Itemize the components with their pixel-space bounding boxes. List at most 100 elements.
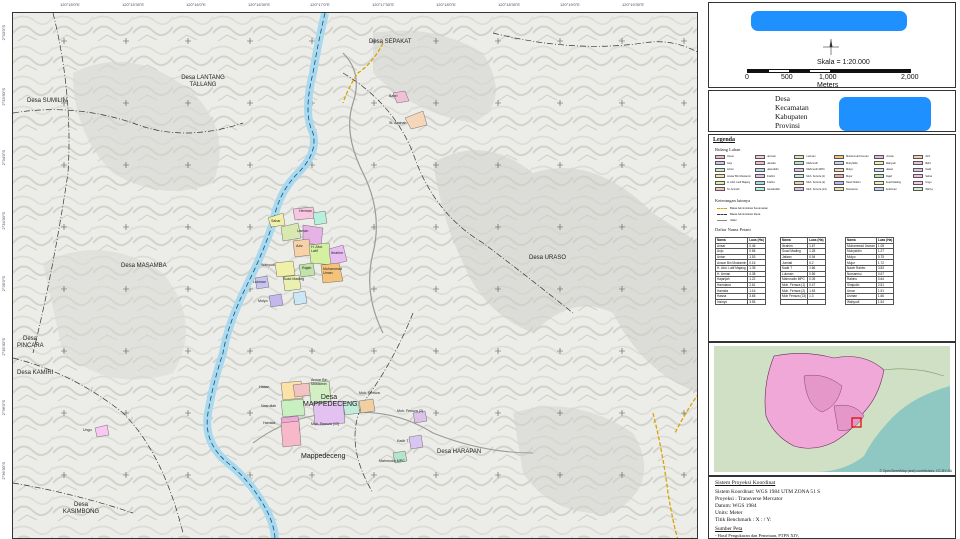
legend-item: Nawir Rahim <box>834 180 872 185</box>
scale-tick: 0 <box>745 74 749 81</box>
legend-item-label: Muhammad Usman <box>846 155 869 158</box>
owners-table-3: Nama Luas (Ha) Muhammad Usman 1.08 Muhyiddin… <box>845 237 895 306</box>
plot-label: Mulyo <box>258 299 268 303</box>
coord-line: Sistem Koordinat: WGS 1984 UTM ZONA 51 S <box>715 489 821 495</box>
legend-swatch <box>794 167 805 172</box>
legend-swatch <box>754 161 765 165</box>
legend-swatch <box>754 174 765 178</box>
coord-line: Units: Meter <box>715 510 743 516</box>
grid-label: 120°19'30"E <box>622 2 645 7</box>
legend-swatch <box>794 187 805 191</box>
place-label-harapan: Desa HARAPAN <box>437 449 482 455</box>
coord-title: Sistem Proyeksi Koordinat <box>715 480 776 486</box>
legend-item: Sudirman <box>873 187 912 192</box>
owner-name: Muh. Fensza (2) <box>779 287 809 294</box>
grid-label: 120°16'0"E <box>186 2 206 7</box>
admin-provinsi: Provinsi <box>775 121 801 130</box>
legend-kecamatan-line: Batas Administrasi Kecamatan <box>717 206 768 210</box>
place-label-lantang-tallang: Desa LANTANG TALLANG <box>181 75 225 88</box>
parcel-aziz <box>292 238 312 258</box>
legend-swatch <box>834 174 844 178</box>
legend-item: Sahar <box>913 174 951 179</box>
legend-item: Usman <box>873 154 912 159</box>
legend-swatch <box>873 161 884 165</box>
place-label-sepakat: Desa SEPAKAT <box>369 39 412 45</box>
inset-map[interactable] <box>714 346 950 472</box>
legend-swatch <box>794 180 805 185</box>
legend-swatch <box>873 154 884 159</box>
inset-credit: © OpenStreetMap (and) contributors, CC-B… <box>879 469 952 473</box>
legend-swatch <box>715 167 725 172</box>
legend-item: H. Abd. Latif Majang <box>715 180 753 185</box>
legend-item-label: Hamida <box>766 161 776 165</box>
grid-top-labels: 120°15'0"E 120°15'30"E 120°16'0"E 120°16… <box>0 0 706 12</box>
desa-line-icon <box>717 213 727 215</box>
legend-item: Ansar <box>715 154 753 159</box>
source-line: - Hasil Pengukuran dan Pemetaan, PTPN XI… <box>715 533 799 538</box>
legend-swatch <box>794 161 805 165</box>
legend-swatch <box>834 187 844 191</box>
owner-name <box>779 298 809 306</box>
table-row: Insinyo 3.55 <box>714 298 766 306</box>
grid-label: 120°18'0"E <box>436 2 456 7</box>
legend-item-label: Herman <box>766 155 776 158</box>
grid-left-labels: 2°33'0"S 2°33'30"S 2°34'0"S 2°34'30"S 2°… <box>0 0 12 539</box>
legend-item-label: Rajab <box>885 174 893 178</box>
legend-swatch <box>913 161 924 165</box>
place-label-masamba: Desa MASAMBA <box>121 263 167 269</box>
parcel-jamaluddin <box>312 210 328 226</box>
parcel-mulyo <box>268 293 284 308</box>
admin-desa: Desa <box>775 94 790 103</box>
grid-label: 2°33'0"S <box>1 25 6 41</box>
legend-item-label: Muh. Fensza (2) <box>806 181 826 184</box>
grid-label: 120°15'0"E <box>60 2 80 7</box>
legend-item-label: Usman <box>885 155 894 158</box>
legend-keterangan: Keterangan lainnya <box>715 198 751 203</box>
owners-header: Luas (Ha) <box>807 237 826 244</box>
legend-swatch <box>715 154 725 159</box>
grid-label: 2°34'30"S <box>1 212 6 230</box>
legend-item: Kadir <box>913 167 951 172</box>
owner-name: Insinyo <box>714 298 749 306</box>
legend-panel: Legenda Bidang Lahan Ansar Herman Lukman Mu… <box>708 134 956 342</box>
legend-item: Hasan <box>873 167 912 172</box>
legend-item-label: Jamaluddin <box>766 187 780 191</box>
legend-item: Rajab <box>873 174 912 179</box>
legend-item-label: Mahmudin MPC <box>806 168 825 171</box>
legend-daftar: Daftar Nama Petani <box>715 227 751 232</box>
owner-name: Muh. Fensza (1) <box>779 281 809 289</box>
place-label-mappedeceng: Mappedeceng <box>301 453 346 460</box>
legend-item: Haeruddin <box>754 167 793 172</box>
grid-label: 2°33'30"S <box>1 88 6 106</box>
plot-label: Rajab <box>302 266 312 270</box>
legend-item: Anwar Bin Mustamin <box>715 174 753 179</box>
grid-label: 2°36'0"S <box>1 400 6 416</box>
coord-line: Titik Benchmark : X : / Y: <box>715 517 772 523</box>
owner-name: Muh Fensza (13) <box>779 292 809 300</box>
plot-label: Kadir T <box>397 439 409 443</box>
legend-swatch <box>834 167 844 172</box>
owners-header: Luas (Ha) <box>747 237 766 244</box>
coord-line: Proyeksi : Transverse Mercator <box>715 496 783 502</box>
inset-panel: © OpenStreetMap (and) contributors, CC-B… <box>708 342 956 476</box>
legend-item-label: H. Abd. Latif Majang <box>727 181 751 184</box>
main-map[interactable]: Desa SEPAKAT Desa LANTANG TALLANG Desa S… <box>12 12 698 539</box>
grid-label: 120°15'30"E <box>122 2 145 7</box>
plot-label: Mahmudin MPC <box>379 459 405 463</box>
legend-item: Wahyudi <box>873 161 912 166</box>
grid-label: 120°17'30"E <box>372 2 395 7</box>
legend-swatch <box>715 187 725 191</box>
owner-area <box>807 298 826 306</box>
legend-item: Bahri <box>913 161 951 166</box>
legend-item: Muh. Fensza (2) <box>794 180 832 185</box>
place-label-sumilin: Desa SUMILIN <box>27 98 68 104</box>
legend-item-label: Ibrahim <box>766 174 776 178</box>
legend-item: Herman <box>754 154 793 159</box>
legend-swatch <box>913 174 924 178</box>
legend-item-label: Hasan <box>885 168 894 171</box>
legend-bidang-lahan: Bidang Lahan <box>715 147 741 152</box>
owners-table-2: Nama Luas (Ha) Ibrahim 1.67 Suad Mading 1.28 J… <box>779 237 826 306</box>
legend-item-label: Kadir <box>925 168 932 171</box>
coord-line: Datum: WGS 1984 <box>715 503 757 509</box>
legend-item: Anton <box>715 167 753 172</box>
